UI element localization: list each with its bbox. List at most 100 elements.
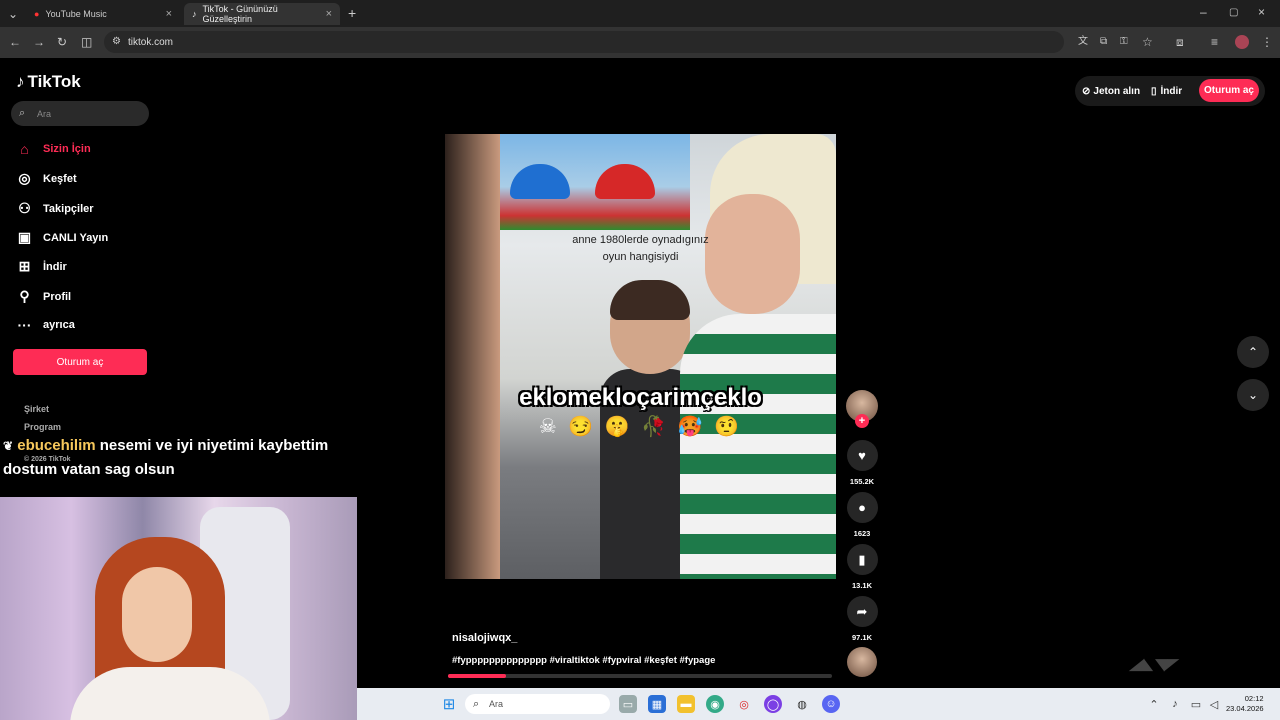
nav-item-explore[interactable]: ◎ Keşfet bbox=[16, 170, 77, 187]
nav-item-for-you[interactable]: ⌂ Sizin İçin bbox=[16, 141, 91, 157]
nav-label: ayrıca bbox=[43, 319, 75, 331]
search-placeholder: Ara bbox=[37, 108, 52, 119]
download-icon: ⊞ bbox=[18, 258, 31, 274]
chrome-icon[interactable]: ◉ bbox=[706, 695, 724, 713]
nav-item-profile[interactable]: ⚲ Profil bbox=[16, 288, 71, 305]
tab-bar: ⌄ ● YouTube Music × ♪ TikTok - Gününüzü … bbox=[0, 0, 1280, 27]
video-hashtags[interactable]: #fypppppppppppppp #viraltiktok #fypviral… bbox=[452, 655, 715, 666]
taskbar-search[interactable]: ⌕ Ara bbox=[465, 694, 610, 714]
video-progress-fill bbox=[448, 674, 506, 678]
reload-icon[interactable]: ↻ bbox=[57, 36, 67, 48]
password-key-icon[interactable]: ⚿ bbox=[1120, 36, 1128, 48]
file-explorer-icon[interactable]: ▬ bbox=[677, 695, 695, 713]
save-action[interactable]: ▮ 13.1K bbox=[846, 544, 878, 590]
brand-name: TikTok bbox=[27, 72, 81, 91]
chat-message-line1: nesemi ve iyi niyetimi kaybettim bbox=[99, 437, 329, 454]
task-view-icon[interactable]: ▭ bbox=[619, 695, 637, 713]
reading-list-icon[interactable]: ≡ bbox=[1211, 36, 1218, 48]
download-app-label: İndir bbox=[1160, 85, 1183, 97]
bookmark-star-icon[interactable]: ☆ bbox=[1142, 36, 1153, 48]
extensions-icon[interactable]: ⧈ bbox=[1176, 36, 1184, 48]
youtube-music-icon: ● bbox=[34, 9, 40, 19]
comment-action[interactable]: ● 1623 bbox=[846, 492, 878, 538]
nav-item-more[interactable]: ··· ayrıca bbox=[16, 317, 75, 333]
close-icon[interactable]: × bbox=[166, 8, 172, 20]
forward-icon[interactable]: → bbox=[33, 36, 45, 48]
nav-item-followers[interactable]: ⚇ Takipçiler bbox=[16, 200, 94, 217]
tab-youtube-music[interactable]: ● YouTube Music × bbox=[26, 3, 180, 25]
split-view-icon[interactable]: ◫ bbox=[81, 36, 92, 48]
caption-line2: oyun hangisiydi bbox=[602, 251, 679, 263]
video-author[interactable]: nisalojiwqx_ bbox=[452, 632, 517, 644]
chevron-up-icon: ⌃ bbox=[1247, 345, 1259, 359]
nav-item-live[interactable]: ▣ CANLI Yayın bbox=[16, 229, 108, 246]
maximize-icon[interactable]: ▢ bbox=[1229, 7, 1238, 19]
close-icon[interactable]: × bbox=[326, 8, 332, 20]
stream-chat-message: ❦ ebucehilim nesemi ve iyi niyetimi kayb… bbox=[3, 434, 358, 482]
microphone-icon[interactable]: ♪ bbox=[1166, 695, 1184, 713]
video-player[interactable]: anne 1980lerde oynadıgınız oyun hangisiy… bbox=[445, 134, 836, 579]
volume-icon[interactable]: ◁ bbox=[1205, 695, 1223, 713]
previous-video-button[interactable]: ⌃ bbox=[1237, 336, 1269, 368]
video-emoji-line: ☠ 😏 🤫 🥀 🥵 🤨 bbox=[538, 416, 743, 438]
comment-count: 1623 bbox=[853, 529, 871, 538]
address-bar: ← → ↻ ◫ ⚙ tiktok.com 文 ⧉ ⚿ ☆ ⧈ ≡ ⋮ bbox=[0, 27, 1280, 58]
menu-icon[interactable]: ⋮ bbox=[1261, 36, 1273, 48]
nav-label: Takipçiler bbox=[43, 202, 94, 215]
url-text: tiktok.com bbox=[128, 36, 174, 48]
taskbar-search-placeholder: Ara bbox=[489, 699, 504, 709]
cast-icon[interactable]: ⧉ bbox=[1100, 36, 1107, 48]
follow-plus-icon[interactable]: + bbox=[855, 414, 869, 428]
minimize-icon[interactable]: – bbox=[1200, 6, 1207, 18]
next-video-button[interactable]: ⌄ bbox=[1237, 379, 1269, 411]
sidebar-login-button[interactable]: Oturum aç bbox=[13, 349, 147, 375]
nav-item-download[interactable]: ⊞ İndir bbox=[16, 258, 67, 275]
music-disc-icon[interactable] bbox=[847, 647, 877, 677]
tiktok-icon: ♪ bbox=[192, 9, 197, 19]
nav-label: Sizin İçin bbox=[43, 143, 91, 155]
footer-company-link[interactable]: Şirket bbox=[24, 404, 49, 414]
chat-username: ebucehilim bbox=[17, 437, 96, 454]
like-action[interactable]: ♥ 155.2K bbox=[846, 440, 878, 486]
tab-tiktok[interactable]: ♪ TikTok - Gününüzü Güzelleştirin × bbox=[184, 3, 340, 25]
search-icon: ⌕ bbox=[19, 107, 26, 119]
network-icon[interactable]: ▭ bbox=[1187, 695, 1205, 713]
close-window-icon[interactable]: × bbox=[1258, 6, 1265, 18]
clock-time: 02:12 bbox=[1244, 694, 1264, 703]
url-field[interactable]: ⚙ tiktok.com bbox=[104, 31, 1064, 53]
woman-figure bbox=[680, 134, 836, 579]
site-info-icon[interactable]: ⚙ bbox=[112, 36, 121, 48]
get-coins-button[interactable]: ⊘ Jeton alın bbox=[1082, 78, 1140, 104]
profile-icon: ⚲ bbox=[19, 288, 30, 304]
nav-label: CANLI Yayın bbox=[43, 231, 109, 244]
share-arrow-icon[interactable]: ➦ bbox=[846, 596, 878, 627]
tray-chevron-icon[interactable]: ⌃ bbox=[1145, 695, 1163, 713]
heart-icon[interactable]: ♥ bbox=[846, 440, 878, 471]
nav-label: Keşfet bbox=[43, 172, 77, 185]
profile-avatar[interactable] bbox=[1235, 35, 1249, 49]
compass-icon: ◎ bbox=[18, 170, 31, 186]
youtube-music-app-icon[interactable]: ◎ bbox=[735, 695, 753, 713]
nav-label: Profil bbox=[43, 290, 72, 303]
taskbar-clock[interactable]: 02:12 23.04.2026 bbox=[1226, 694, 1264, 714]
share-action[interactable]: ➦ 97.1K bbox=[846, 596, 878, 642]
windows-start-icon[interactable]: ⊞ bbox=[440, 695, 458, 713]
discord-icon[interactable]: ☺ bbox=[822, 695, 840, 713]
translate-icon[interactable]: 文 bbox=[1078, 36, 1088, 48]
search-icon: ⌕ bbox=[473, 698, 480, 710]
download-app-button[interactable]: ▯ İndir bbox=[1151, 78, 1182, 104]
twitch-studio-icon[interactable]: ◯ bbox=[764, 695, 782, 713]
obs-icon[interactable]: ◍ bbox=[793, 695, 811, 713]
bookmark-icon[interactable]: ▮ bbox=[846, 544, 878, 575]
footer-program-link[interactable]: Program bbox=[24, 422, 61, 432]
back-icon[interactable]: ← bbox=[9, 36, 21, 48]
comment-icon[interactable]: ● bbox=[846, 492, 878, 523]
tiktok-logo[interactable]: ♪ TikTok bbox=[16, 72, 81, 92]
new-tab-icon[interactable]: + bbox=[348, 6, 356, 20]
header-login-button[interactable]: Oturum aç bbox=[1199, 79, 1259, 102]
save-count: 13.1K bbox=[851, 581, 872, 590]
tab-list-icon[interactable]: ⌄ bbox=[8, 8, 18, 20]
search-input[interactable]: ⌕ Ara bbox=[11, 101, 149, 126]
video-progress-bar[interactable] bbox=[448, 674, 832, 678]
store-icon[interactable]: ▦ bbox=[648, 695, 666, 713]
